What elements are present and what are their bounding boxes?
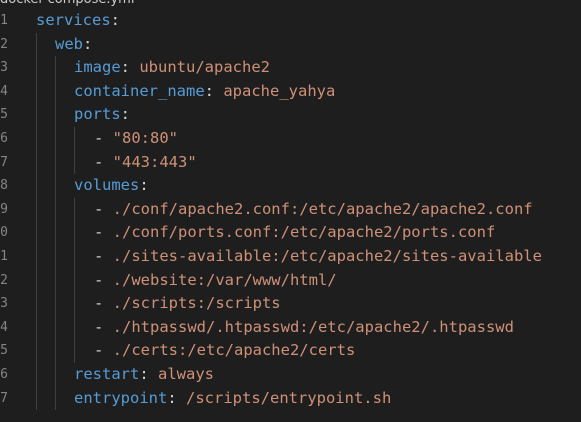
line-number: 2 xyxy=(0,36,8,52)
code-line[interactable]: entrypoint: /scripts/entrypoint.sh xyxy=(74,387,391,411)
code-line[interactable]: - ./conf/apache2.conf:/etc/apache2/apach… xyxy=(94,198,533,222)
indent-guide xyxy=(74,197,75,363)
code-line[interactable]: - ./certs:/etc/apache2/certs xyxy=(94,339,355,363)
yaml-key: container_name xyxy=(74,81,205,100)
yaml-punctuation: - xyxy=(94,294,113,313)
yaml-key: services xyxy=(36,11,111,29)
code-line[interactable]: ports: xyxy=(74,103,130,127)
yaml-value: apache_yahya xyxy=(214,81,336,100)
yaml-key: image xyxy=(74,58,121,77)
code-line[interactable]: container_name: apache_yahya xyxy=(74,80,335,104)
yaml-punctuation: - xyxy=(94,317,113,336)
indent-guide xyxy=(55,56,56,411)
line-number: 0 xyxy=(0,225,8,241)
yaml-punctuation: - xyxy=(94,270,113,289)
yaml-punctuation: : xyxy=(120,58,131,77)
line-number-gutter: 1 1 2 3 4 5 6 7 8 9 0 1 2 3 4 5 6 7 xyxy=(0,0,10,422)
line-number: 5 xyxy=(0,107,8,123)
line-number: 2 xyxy=(0,272,8,288)
yaml-value: ./scripts:/scripts xyxy=(112,294,281,313)
code-editor[interactable]: docker-compose.yml 1 1 2 3 4 5 6 7 8 9 0 1 2 3 4 5 6 7 se… xyxy=(0,0,581,422)
yaml-punctuation: : xyxy=(110,11,120,29)
yaml-value: always xyxy=(148,365,214,383)
code-line[interactable]: volumes: xyxy=(74,174,149,198)
code-line[interactable]: - ./scripts:/scripts xyxy=(94,292,281,316)
line-number: 3 xyxy=(0,60,8,76)
yaml-value: /scripts/entrypoint.sh xyxy=(176,388,392,407)
yaml-value: ./sites-available:/etc/apache2/sites-ava… xyxy=(112,247,542,265)
yaml-value: ./conf/ports.conf:/etc/apache2/ports.con… xyxy=(112,223,496,242)
code-line[interactable]: web: xyxy=(55,33,92,57)
yaml-punctuation: - xyxy=(94,152,113,171)
yaml-value: ./website:/var/www/html/ xyxy=(112,270,337,289)
code-line[interactable]: image: ubuntu/apache2 xyxy=(74,56,270,80)
line-number: 8 xyxy=(0,178,8,194)
code-line[interactable]: - "80:80" xyxy=(94,127,178,151)
line-number: 6 xyxy=(0,131,8,146)
line-number: 6 xyxy=(0,367,8,382)
yaml-punctuation: : xyxy=(120,105,131,124)
yaml-punctuation: : xyxy=(204,81,214,100)
code-line[interactable]: - ./sites-available:/etc/apache2/sites-a… xyxy=(94,245,542,269)
code-line[interactable]: - ./htpasswd/.htpasswd:/etc/apache2/.htp… xyxy=(94,316,514,340)
code-line[interactable]: - "443:443" xyxy=(94,151,197,175)
yaml-punctuation: - xyxy=(94,247,113,265)
yaml-punctuation: - xyxy=(94,199,113,218)
yaml-value: ./certs:/etc/apache2/certs xyxy=(112,341,356,360)
line-number: 5 xyxy=(0,343,8,359)
code-line[interactable]: - ./website:/var/www/html/ xyxy=(94,269,337,293)
yaml-punctuation: - xyxy=(94,223,113,242)
yaml-key: restart xyxy=(74,365,140,383)
line-number: 4 xyxy=(0,83,8,99)
yaml-value: ubuntu/apache2 xyxy=(130,58,270,77)
indent-guide xyxy=(36,32,37,411)
yaml-punctuation: : xyxy=(83,34,93,53)
yaml-punctuation: : xyxy=(139,365,149,383)
code-line[interactable]: - ./conf/ports.conf:/etc/apache2/ports.c… xyxy=(94,221,495,245)
yaml-key: entrypoint xyxy=(74,388,168,407)
yaml-punctuation: - xyxy=(94,341,113,360)
yaml-punctuation: - xyxy=(94,129,113,147)
yaml-value: ./conf/apache2.conf:/etc/apache2/apache2… xyxy=(112,199,533,218)
yaml-key: volumes xyxy=(74,176,140,195)
line-number: 7 xyxy=(0,390,8,406)
yaml-value: "80:80" xyxy=(112,129,178,147)
yaml-value: ./htpasswd/.htpasswd:/etc/apache2/.htpas… xyxy=(112,317,514,336)
line-number: 1 xyxy=(0,0,8,9)
code-line[interactable]: restart: always xyxy=(74,363,214,387)
line-number: 3 xyxy=(0,296,8,312)
line-number: 7 xyxy=(0,154,8,170)
file-tab-title[interactable]: docker-compose.yml xyxy=(0,0,134,9)
yaml-key: web xyxy=(55,34,83,53)
line-number: 1 xyxy=(0,249,8,264)
yaml-value: "443:443" xyxy=(112,152,197,171)
code-line[interactable]: services: xyxy=(36,9,120,33)
line-number: 1 xyxy=(0,13,8,28)
yaml-key: ports xyxy=(74,105,121,124)
line-number: 9 xyxy=(0,201,8,217)
yaml-punctuation: : xyxy=(167,388,177,407)
yaml-punctuation: : xyxy=(139,176,149,195)
indent-guide xyxy=(74,127,75,175)
line-number: 4 xyxy=(0,319,8,335)
